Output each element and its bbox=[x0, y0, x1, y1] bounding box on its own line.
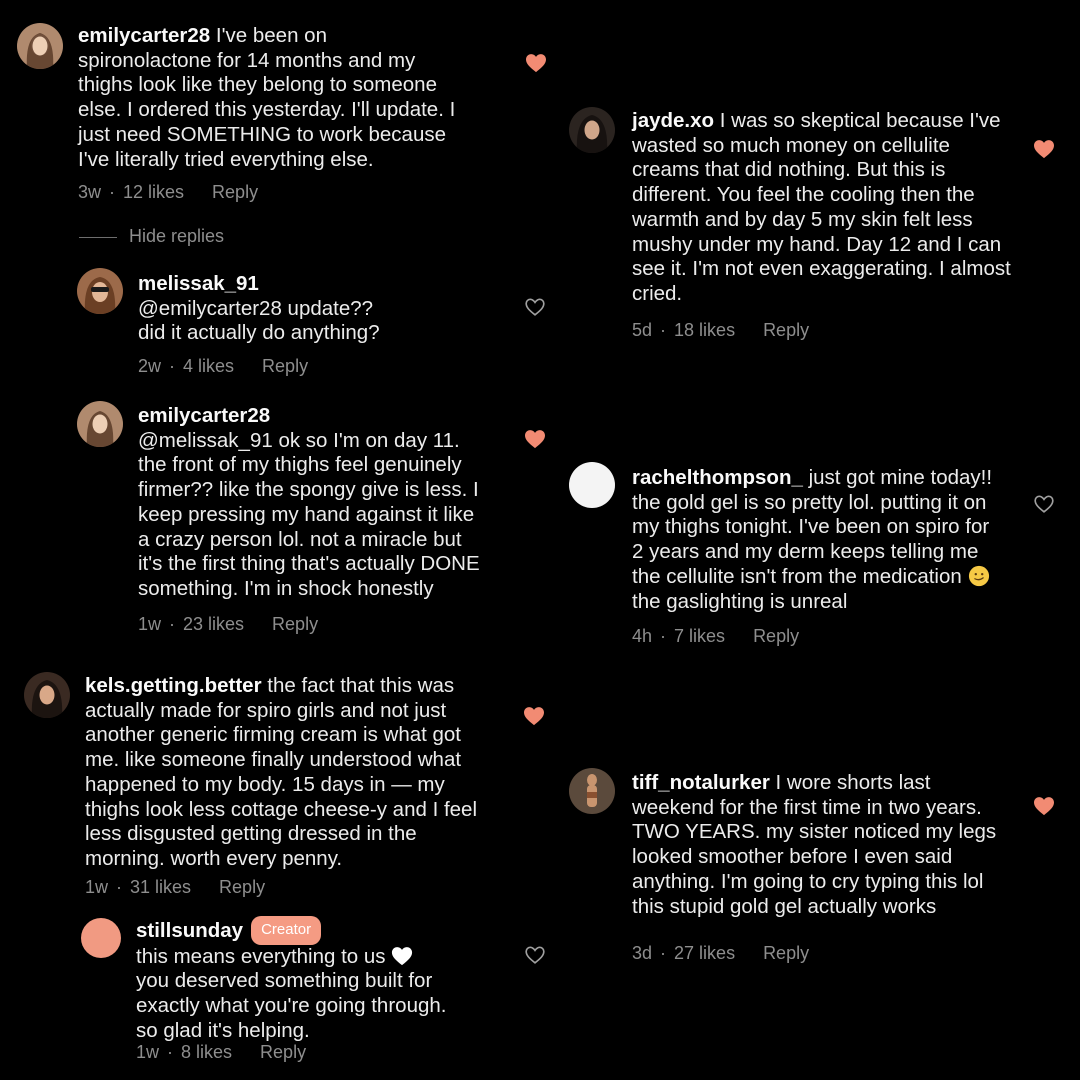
comment-text: jayde.xo I was so skeptical because I've… bbox=[632, 109, 1011, 305]
avatar[interactable] bbox=[17, 23, 63, 69]
timestamp: 1w bbox=[85, 877, 109, 897]
avatar[interactable] bbox=[569, 107, 615, 153]
comment-meta: 3d · 27 likes Reply bbox=[632, 943, 810, 964]
likes-count[interactable]: 23 likes bbox=[183, 614, 244, 635]
timestamp: 5d bbox=[632, 320, 653, 340]
likes-count[interactable]: 12 likes bbox=[123, 182, 184, 203]
reply-button[interactable]: Reply bbox=[219, 877, 265, 898]
hide-replies-button[interactable]: Hide replies bbox=[79, 226, 224, 247]
likes-count[interactable]: 8 likes bbox=[181, 1042, 232, 1063]
avatar[interactable] bbox=[569, 768, 615, 814]
comment-text: stillsunday Creator this means everything… bbox=[136, 916, 516, 1044]
timestamp: 3w bbox=[78, 182, 102, 202]
likes-count[interactable]: 31 likes bbox=[130, 877, 191, 898]
comment-meta: 5d · 18 likes Reply bbox=[632, 320, 810, 341]
username[interactable]: kels.getting.better bbox=[85, 674, 262, 697]
comment-text: tiff_notalurker I wore shorts last weeke… bbox=[632, 771, 997, 918]
likes-count[interactable]: 27 likes bbox=[674, 943, 735, 964]
comment-meta: 1w · 23 likes Reply bbox=[138, 614, 319, 635]
username[interactable]: tiff_notalurker bbox=[632, 771, 770, 794]
avatar[interactable] bbox=[24, 672, 70, 718]
reply-button[interactable]: Reply bbox=[272, 614, 318, 635]
username[interactable]: emilycarter28 bbox=[78, 24, 210, 47]
like-heart-icon[interactable] bbox=[1033, 796, 1055, 816]
comment-text: kels.getting.better the fact that this w… bbox=[85, 674, 478, 870]
like-heart-icon[interactable] bbox=[1033, 494, 1055, 514]
like-heart-icon[interactable] bbox=[1033, 139, 1055, 159]
comment-meta: 1w · 31 likes Reply bbox=[85, 877, 266, 898]
username[interactable]: rachelthompson_ bbox=[632, 466, 803, 489]
username[interactable]: melissak_91 bbox=[138, 272, 259, 295]
like-heart-icon[interactable] bbox=[525, 53, 547, 73]
comment-meta: 2w · 4 likes Reply bbox=[138, 356, 309, 377]
reply-button[interactable]: Reply bbox=[763, 320, 809, 341]
username[interactable]: emilycarter28 bbox=[138, 404, 270, 427]
comment-text: emilycarter28 I've been on spironolacton… bbox=[78, 24, 456, 171]
reply-button[interactable]: Reply bbox=[212, 182, 258, 203]
avatar[interactable] bbox=[77, 268, 123, 314]
timestamp: 3d bbox=[632, 943, 653, 963]
comment-meta: 1w · 8 likes Reply bbox=[136, 1042, 307, 1063]
comment-text: melissak_91 @emilycarter28 update?? did … bbox=[138, 272, 380, 345]
like-heart-icon[interactable] bbox=[523, 706, 545, 726]
avatar[interactable] bbox=[81, 918, 121, 958]
likes-count[interactable]: 7 likes bbox=[674, 626, 725, 647]
like-heart-icon[interactable] bbox=[524, 297, 546, 317]
comment-meta: 3w · 12 likes Reply bbox=[78, 182, 259, 203]
timestamp: 2w bbox=[138, 356, 162, 376]
avatar[interactable] bbox=[77, 401, 123, 447]
timestamp: 1w bbox=[138, 614, 162, 634]
reply-button[interactable]: Reply bbox=[753, 626, 799, 647]
likes-count[interactable]: 18 likes bbox=[674, 320, 735, 341]
reply-button[interactable]: Reply bbox=[260, 1042, 306, 1063]
timestamp: 1w bbox=[136, 1042, 160, 1062]
divider bbox=[79, 236, 117, 238]
white-heart-icon bbox=[392, 946, 413, 965]
creator-badge: Creator bbox=[251, 916, 322, 945]
comment-text: emilycarter28 @melissak_91 ok so I'm on … bbox=[138, 404, 480, 600]
reply-button[interactable]: Reply bbox=[262, 356, 308, 377]
reply-button[interactable]: Reply bbox=[763, 943, 809, 964]
username[interactable]: stillsunday bbox=[136, 919, 243, 942]
like-heart-icon[interactable] bbox=[524, 945, 546, 965]
comment-text: rachelthompson_ just got mine today!! th… bbox=[632, 466, 993, 613]
username[interactable]: jayde.xo bbox=[632, 109, 714, 132]
likes-count[interactable]: 4 likes bbox=[183, 356, 234, 377]
timestamp: 4h bbox=[632, 626, 653, 646]
avatar[interactable] bbox=[569, 462, 615, 508]
like-heart-icon[interactable] bbox=[524, 429, 546, 449]
comment-meta: 4h · 7 likes Reply bbox=[632, 626, 800, 647]
smirk-face-icon bbox=[968, 565, 989, 586]
